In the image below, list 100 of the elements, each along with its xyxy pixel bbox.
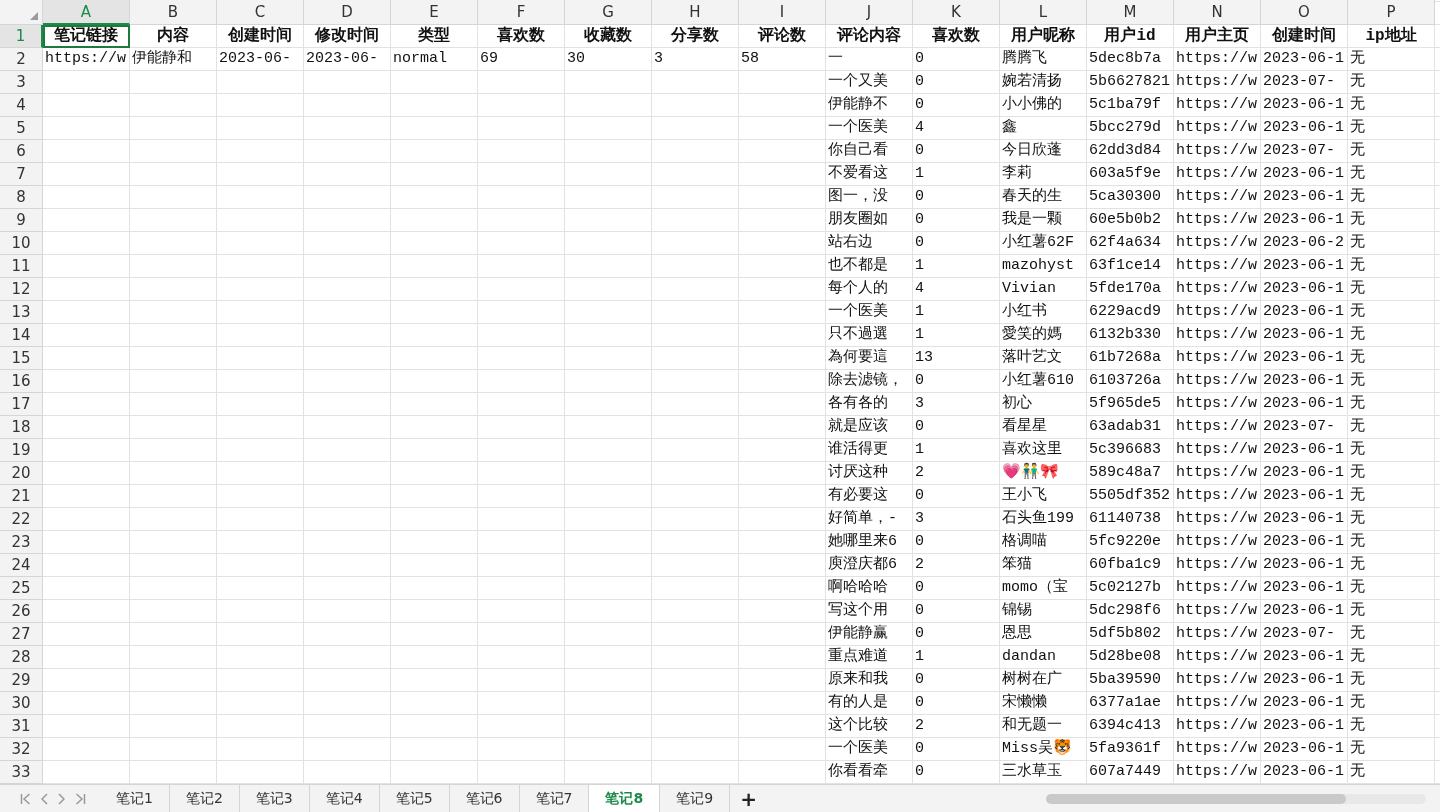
row-header[interactable]: 27	[0, 623, 43, 646]
table-cell-text: 无	[1349, 417, 1366, 437]
column-header[interactable]: J	[826, 0, 913, 25]
row-header[interactable]: 30	[0, 692, 43, 715]
table-cell-text: 13	[914, 348, 934, 368]
table-cell-text: 5dc298f6	[1088, 601, 1162, 621]
table-cell-text: https://w	[1175, 371, 1258, 391]
table-cell-text: 60fba1c9	[1088, 555, 1162, 575]
table-cell-text: 1	[914, 440, 925, 460]
table-cell-text: https://w	[1175, 762, 1258, 782]
table-cell-text: 69	[479, 49, 499, 69]
table-cell-text: 无	[1349, 95, 1366, 115]
table-cell-text: 2023-06-1	[1262, 578, 1345, 598]
row-header[interactable]: 9	[0, 209, 43, 232]
column-header[interactable]: D	[304, 0, 391, 25]
sheet-tab[interactable]: 笔记3	[239, 785, 310, 812]
column-header[interactable]: K	[913, 0, 1000, 25]
column-header[interactable]: P	[1348, 0, 1435, 25]
table-cell-text: 2023-06-1	[1262, 95, 1345, 115]
row-header[interactable]: 28	[0, 646, 43, 669]
table-cell-text: 你看看牵	[827, 761, 889, 782]
row-header[interactable]: 14	[0, 324, 43, 347]
last-sheet-icon[interactable]	[75, 792, 86, 805]
previous-sheet-icon[interactable]	[41, 792, 48, 805]
column-header[interactable]: M	[1087, 0, 1174, 25]
table-cell-text: 好简单，-	[827, 509, 898, 529]
column-header[interactable]: C	[217, 0, 304, 25]
table-cell-text: 无	[1349, 279, 1366, 299]
table-cell-text: 5b6627821	[1088, 72, 1171, 92]
row-header[interactable]: 29	[0, 669, 43, 692]
table-cell-text: https://w	[1175, 348, 1258, 368]
column-header[interactable]: F	[478, 0, 565, 25]
row-header[interactable]: 7	[0, 163, 43, 186]
row-header[interactable]: 18	[0, 416, 43, 439]
sheet-tab[interactable]: 笔记4	[309, 785, 380, 812]
row-header[interactable]: 21	[0, 485, 43, 508]
column-header[interactable]: O	[1261, 0, 1348, 25]
sheet-tab[interactable]: 笔记8	[589, 785, 661, 812]
table-cell-text: 2023-06-1	[1262, 601, 1345, 621]
row-header[interactable]: 4	[0, 94, 43, 117]
table-cell-text: 重点难道	[827, 646, 889, 667]
column-header[interactable]: B	[130, 0, 217, 25]
next-sheet-icon[interactable]	[58, 792, 65, 805]
row-header[interactable]: 1	[0, 25, 43, 48]
table-cell-text: 笨猫	[1001, 555, 1033, 575]
row-header[interactable]: 33	[0, 761, 43, 784]
row-header[interactable]: 24	[0, 554, 43, 577]
select-all-icon[interactable]	[30, 12, 38, 20]
row-header[interactable]: 19	[0, 439, 43, 462]
row-header[interactable]: 11	[0, 255, 43, 278]
row-header[interactable]: 2	[0, 48, 43, 71]
column-header[interactable]: N	[1174, 0, 1261, 25]
table-cell-text: 2023-06-1	[1262, 463, 1345, 483]
row-header[interactable]: 3	[0, 71, 43, 94]
row-header[interactable]: 12	[0, 278, 43, 301]
row-header[interactable]: 10	[0, 232, 43, 255]
row-header[interactable]: 17	[0, 393, 43, 416]
table-cell-text: 2	[914, 463, 925, 483]
row-header[interactable]: 26	[0, 600, 43, 623]
row-header[interactable]: 20	[0, 462, 43, 485]
table-cell-text: 伊能静和	[131, 48, 193, 69]
column-header[interactable]: E	[391, 0, 478, 25]
row-header[interactable]: 6	[0, 140, 43, 163]
column-header[interactable]: L	[1000, 0, 1087, 25]
row-header[interactable]: 23	[0, 531, 43, 554]
sheet-tab[interactable]: 笔记2	[169, 785, 240, 812]
sheet-tab[interactable]: 笔记5	[379, 785, 450, 812]
table-cell-text: 无	[1349, 532, 1366, 552]
table-cell-text: 607a7449	[1088, 762, 1162, 782]
row-header[interactable]: 5	[0, 117, 43, 140]
table-cell-text: 2023-07-	[1262, 141, 1336, 161]
table-cell-text: 6103726a	[1088, 371, 1162, 391]
table-cell-text: 小小佛的	[1001, 94, 1063, 115]
table-cell-text: 4	[914, 279, 925, 299]
row-header[interactable]: 8	[0, 186, 43, 209]
sheet-tab[interactable]: 笔记6	[449, 785, 520, 812]
column-header[interactable]: I	[739, 0, 826, 25]
first-sheet-icon[interactable]	[20, 792, 31, 805]
row-header[interactable]: 31	[0, 715, 43, 738]
table-cell-text: 王小飞	[1001, 485, 1048, 506]
row-header[interactable]: 22	[0, 508, 43, 531]
table-cell-text: 1	[914, 164, 925, 184]
table-cell-text: 3	[914, 394, 925, 414]
row-header[interactable]: 32	[0, 738, 43, 761]
table-cell-text: 无	[1349, 187, 1366, 207]
column-header[interactable]: G	[565, 0, 652, 25]
table-cell-text: 2023-06-1	[1262, 394, 1345, 414]
sheet-tab[interactable]: 笔记9	[660, 785, 731, 812]
add-sheet-button[interactable]: +	[730, 785, 767, 812]
table-cell-text: 2	[914, 716, 925, 736]
row-header[interactable]: 25	[0, 577, 43, 600]
row-header[interactable]: 16	[0, 370, 43, 393]
sheet-tab[interactable]: 笔记1	[100, 785, 170, 812]
table-cell-text: 无	[1349, 325, 1366, 345]
horizontal-scrollbar[interactable]	[1046, 793, 1426, 804]
table-cell-text: 2023-06-1	[1262, 762, 1345, 782]
row-header[interactable]: 15	[0, 347, 43, 370]
column-header[interactable]: H	[652, 0, 739, 25]
row-header[interactable]: 13	[0, 301, 43, 324]
table-cell-text: 4	[914, 118, 925, 138]
